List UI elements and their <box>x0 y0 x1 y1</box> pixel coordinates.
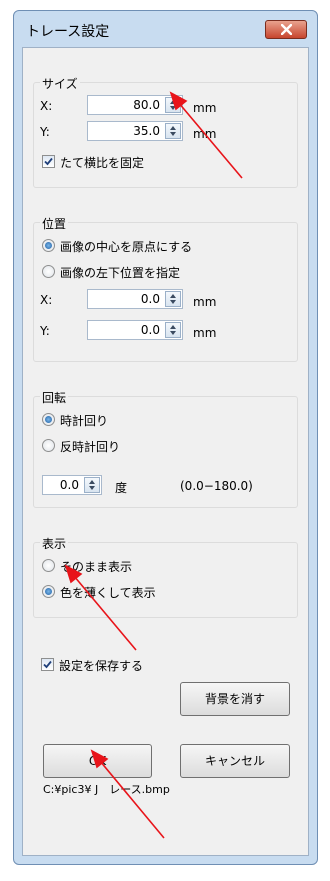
rotation-angle-range: (0.0−180.0) <box>180 479 253 493</box>
size-y-input[interactable]: 35.0 <box>87 121 183 141</box>
spin-arrows-icon <box>89 480 95 490</box>
spin-arrows-icon <box>170 100 176 110</box>
position-x-spinner[interactable] <box>165 291 181 307</box>
checkmark-icon <box>43 660 52 669</box>
position-center-label[interactable]: 画像の中心を原点にする <box>60 238 192 255</box>
checkmark-icon <box>44 157 53 166</box>
display-faded-radio[interactable] <box>42 585 55 598</box>
dialog-title: トレース設定 <box>26 24 110 40</box>
size-y-label: Y: <box>40 125 50 139</box>
close-button[interactable] <box>265 20 307 39</box>
size-x-unit: mm <box>193 101 217 115</box>
keep-ratio-checkbox[interactable] <box>42 155 55 168</box>
close-icon <box>281 24 292 35</box>
size-y-unit: mm <box>193 127 217 141</box>
position-lower-left-radio[interactable] <box>42 265 55 278</box>
save-settings-checkbox[interactable] <box>41 658 54 671</box>
file-path: C:¥pic3¥ J レース.bmp <box>43 783 170 796</box>
display-as-is-label[interactable]: そのまま表示 <box>60 558 132 575</box>
size-x-value: 80.0 <box>133 98 160 112</box>
rotation-angle-spinner[interactable] <box>84 477 100 493</box>
rotation-ccw-label[interactable]: 反時計回り <box>60 438 120 455</box>
position-y-value: 0.0 <box>140 323 160 337</box>
ok-button[interactable]: OK <box>43 744 152 778</box>
position-group: 位置 画像の中心を原点にする 画像の左下位置を指定 X: 0.0 mm Y: 0… <box>33 215 298 362</box>
position-lower-left-label[interactable]: 画像の左下位置を指定 <box>60 264 180 281</box>
display-group-label: 表示 <box>40 535 69 552</box>
rotation-group: 回転 時計回り 反時計回り 0.0 度 (0.0−180.0) <box>33 389 298 508</box>
rotation-cw-radio[interactable] <box>42 413 55 426</box>
size-group-label: サイズ <box>40 75 80 92</box>
position-y-spinner[interactable] <box>165 322 181 338</box>
cancel-button[interactable]: キャンセル <box>180 744 290 778</box>
position-x-label: X: <box>40 293 53 307</box>
save-settings-label[interactable]: 設定を保存する <box>59 657 143 674</box>
size-group: サイズ X: 80.0 mm Y: 35.0 mm たて横比を固定 <box>33 75 298 188</box>
position-x-input[interactable]: 0.0 <box>87 289 183 309</box>
size-x-input[interactable]: 80.0 <box>87 95 183 115</box>
size-y-spinner[interactable] <box>165 123 181 139</box>
spin-arrows-icon <box>170 126 176 136</box>
position-y-label: Y: <box>40 324 50 338</box>
size-y-value: 35.0 <box>133 124 160 138</box>
display-as-is-radio[interactable] <box>42 559 55 572</box>
rotation-group-label: 回転 <box>40 389 69 406</box>
position-center-radio[interactable] <box>42 239 55 252</box>
display-group: 表示 そのまま表示 色を薄くして表示 <box>33 535 298 618</box>
keep-ratio-label[interactable]: たて横比を固定 <box>60 154 144 171</box>
spin-arrows-icon <box>170 294 176 304</box>
rotation-cw-label[interactable]: 時計回り <box>60 412 108 429</box>
rotation-angle-input[interactable]: 0.0 <box>42 475 102 495</box>
position-y-unit: mm <box>193 326 217 340</box>
rotation-angle-unit: 度 <box>115 481 128 495</box>
clear-background-button[interactable]: 背景を消す <box>180 682 290 716</box>
rotation-ccw-radio[interactable] <box>42 439 55 452</box>
size-x-label: X: <box>40 99 53 113</box>
position-group-label: 位置 <box>40 215 69 232</box>
size-x-spinner[interactable] <box>165 97 181 113</box>
position-x-unit: mm <box>193 295 217 309</box>
position-x-value: 0.0 <box>140 292 160 306</box>
rotation-angle-value: 0.0 <box>59 478 79 492</box>
dialog-client-area: サイズ X: 80.0 mm Y: 35.0 mm たて横比を固定 位置 画像の… <box>22 47 309 856</box>
dialog-window: トレース設定 サイズ X: 80.0 mm Y: 35.0 mm たて横比を固定… <box>13 10 318 865</box>
display-faded-label[interactable]: 色を薄くして表示 <box>60 584 156 601</box>
title-bar: トレース設定 <box>14 11 317 47</box>
position-y-input[interactable]: 0.0 <box>87 320 183 340</box>
spin-arrows-icon <box>170 325 176 335</box>
